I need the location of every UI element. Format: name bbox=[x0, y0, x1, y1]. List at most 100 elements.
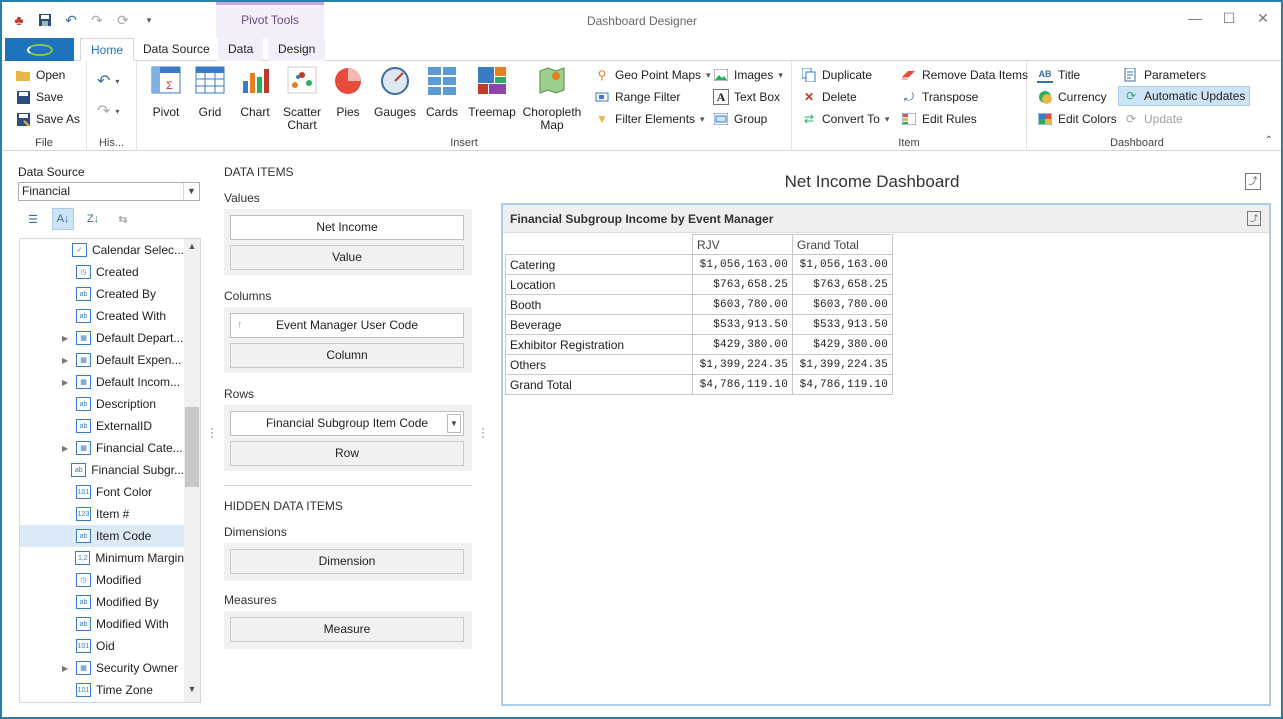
pivot-row-header[interactable]: Location bbox=[505, 274, 693, 295]
expand-arrow-icon[interactable]: ▶ bbox=[62, 444, 74, 453]
parameters-button[interactable]: Parameters bbox=[1123, 65, 1206, 85]
tab-design[interactable]: Design bbox=[268, 38, 326, 61]
text-box-button[interactable]: A Text Box bbox=[713, 87, 780, 107]
field-item[interactable]: 101 Oid bbox=[20, 635, 184, 657]
images-button[interactable]: Images bbox=[713, 65, 783, 85]
data-source-select[interactable]: Financial ▼ bbox=[18, 182, 200, 201]
field-item[interactable]: 1,2 Minimum Margin bbox=[20, 547, 184, 569]
refresh-icon[interactable]: ⟳ bbox=[112, 10, 134, 30]
expand-arrow-icon[interactable]: ▶ bbox=[62, 334, 74, 343]
expand-arrow-icon[interactable]: ▶ bbox=[62, 356, 74, 365]
customize-qat-icon[interactable]: ▾ bbox=[138, 10, 160, 30]
pivot-item[interactable]: Financial Subgroup Income by Event Manag… bbox=[501, 203, 1271, 706]
collapse-ribbon-icon[interactable]: ⌃ bbox=[1265, 135, 1273, 146]
group-by-type-icon[interactable]: ☰ bbox=[22, 208, 44, 230]
redo-icon[interactable]: ↷ bbox=[86, 10, 108, 30]
convert-to-button[interactable]: ⇄ Convert To bbox=[801, 109, 889, 129]
tab-data-source[interactable]: Data Source bbox=[133, 38, 220, 61]
scroll-up-icon[interactable]: ▲ bbox=[184, 241, 200, 257]
pivot-row-header[interactable]: Others bbox=[505, 354, 693, 375]
dashboard-title[interactable]: Net Income Dashboard bbox=[502, 172, 1242, 192]
pivot-table[interactable]: RJV Grand Total Catering $1,056,163.00 $1,… bbox=[505, 234, 893, 395]
rows-item-financial-subgroup[interactable]: Financial Subgroup Item Code ▼ bbox=[230, 411, 464, 436]
field-item[interactable]: ab ExternalID bbox=[20, 415, 184, 437]
field-list-scrollbar[interactable]: ▲ ▼ bbox=[184, 239, 200, 702]
pies-button[interactable]: Pies bbox=[325, 65, 371, 119]
minimize-icon[interactable]: — bbox=[1187, 10, 1203, 26]
measures-drop-zone[interactable]: Measure bbox=[230, 617, 464, 642]
columns-item-event-manager[interactable]: ↑ Event Manager User Code bbox=[230, 313, 464, 338]
field-item[interactable]: ab Created By bbox=[20, 283, 184, 305]
columns-drop-zone[interactable]: Column bbox=[230, 343, 464, 368]
field-item[interactable]: ab Description bbox=[20, 393, 184, 415]
values-drop-zone[interactable]: Value bbox=[230, 245, 464, 270]
chevron-down-icon[interactable]: ▼ bbox=[183, 183, 199, 200]
pivot-row-header[interactable]: Exhibitor Registration bbox=[505, 334, 693, 355]
range-filter-button[interactable]: Range Filter bbox=[594, 87, 680, 107]
scroll-thumb[interactable] bbox=[185, 407, 199, 487]
open-button[interactable]: Open bbox=[15, 65, 65, 85]
edit-rules-button[interactable]: Edit Rules bbox=[901, 109, 977, 129]
field-item[interactable]: ✓ Calendar Selec... bbox=[20, 239, 184, 261]
pivot-row-header[interactable]: Catering bbox=[505, 254, 693, 275]
pivot-value-cell[interactable]: $1,399,224.35 bbox=[692, 354, 793, 375]
field-item[interactable]: 123 Item # bbox=[20, 503, 184, 525]
pivot-value-cell[interactable]: $4,786,119.10 bbox=[692, 374, 793, 395]
field-item[interactable]: ▶ ▦ Default Incom... bbox=[20, 371, 184, 393]
filter-elements-button[interactable]: ▼ Filter Elements bbox=[594, 109, 705, 129]
pivot-value-cell[interactable]: $1,399,224.35 bbox=[792, 354, 893, 375]
title-button[interactable]: AB Title bbox=[1037, 65, 1080, 85]
pivot-button[interactable]: Σ Pivot bbox=[143, 65, 189, 119]
file-tab[interactable] bbox=[5, 38, 74, 61]
field-item[interactable]: ab Modified With bbox=[20, 613, 184, 635]
duplicate-button[interactable]: Duplicate bbox=[801, 65, 872, 85]
maximize-icon[interactable]: ☐ bbox=[1221, 10, 1237, 26]
chevron-down-icon[interactable]: ▼ bbox=[447, 414, 461, 433]
treemap-button[interactable]: Treemap bbox=[467, 65, 517, 119]
export-item-icon[interactable]: ⤴ bbox=[1247, 211, 1261, 226]
app-icon[interactable]: ♣ bbox=[8, 10, 30, 30]
gauges-button[interactable]: Gauges bbox=[372, 65, 418, 119]
field-item[interactable]: ab Item Code bbox=[20, 525, 184, 547]
cards-button[interactable]: Cards bbox=[419, 65, 465, 119]
remove-data-items-button[interactable]: Remove Data Items bbox=[901, 65, 1028, 85]
field-item[interactable]: 101 Time Zone bbox=[20, 679, 184, 701]
field-item[interactable]: ▶ ▦ Default Depart... bbox=[20, 327, 184, 349]
export-dashboard-icon[interactable]: ⤴ bbox=[1245, 173, 1261, 190]
field-item[interactable]: ab Financial Subgr... bbox=[20, 459, 184, 481]
pivot-column-header[interactable]: Grand Total bbox=[792, 234, 893, 255]
field-item[interactable]: ▶ ▦ Default Expen... bbox=[20, 349, 184, 371]
save-icon[interactable] bbox=[34, 10, 56, 30]
pivot-value-cell[interactable]: $603,780.00 bbox=[792, 294, 893, 315]
field-item[interactable]: ab Modified By bbox=[20, 591, 184, 613]
automatic-updates-toggle[interactable]: ⟳ Automatic Updates bbox=[1118, 86, 1251, 106]
redo-button[interactable]: ↷ ▾ bbox=[97, 101, 119, 121]
rows-drop-zone[interactable]: Row bbox=[230, 441, 464, 466]
pivot-value-cell[interactable]: $1,056,163.00 bbox=[792, 254, 893, 275]
transpose-button[interactable]: ⤾ Transpose bbox=[901, 87, 978, 107]
tab-home[interactable]: Home bbox=[80, 38, 135, 61]
right-splitter-grip[interactable]: · · · bbox=[481, 422, 485, 442]
undo-button[interactable]: ↶ ▾ bbox=[97, 71, 119, 91]
save-as-button[interactable]: Save As bbox=[15, 109, 80, 129]
delete-button[interactable]: ✕ Delete bbox=[801, 87, 857, 107]
left-splitter-grip[interactable]: · · · bbox=[210, 422, 214, 442]
field-item[interactable]: ▶ ▦ Security Owner bbox=[20, 657, 184, 679]
group-button[interactable]: Group bbox=[713, 109, 767, 129]
edit-colors-button[interactable]: Edit Colors bbox=[1037, 109, 1117, 129]
pivot-value-cell[interactable]: $533,913.50 bbox=[692, 314, 793, 335]
field-item[interactable]: ◷ Modified bbox=[20, 569, 184, 591]
chart-button[interactable]: Chart bbox=[232, 65, 278, 119]
field-item[interactable]: ▶ ▦ Financial Cate... bbox=[20, 437, 184, 459]
sort-ascending-icon[interactable]: A↓ bbox=[52, 208, 74, 230]
field-item[interactable]: 101 Font Color bbox=[20, 481, 184, 503]
pivot-value-cell[interactable]: $1,056,163.00 bbox=[692, 254, 793, 275]
field-list[interactable]: ✓ Calendar Selec... ◷ Created ab Created By ab… bbox=[19, 238, 201, 703]
refresh-fields-icon[interactable]: ⇆ bbox=[112, 208, 134, 230]
values-item-net-income[interactable]: Net Income bbox=[230, 215, 464, 240]
pivot-value-cell[interactable]: $763,658.25 bbox=[792, 274, 893, 295]
pivot-column-header[interactable]: RJV bbox=[692, 234, 793, 255]
pivot-value-cell[interactable]: $603,780.00 bbox=[692, 294, 793, 315]
field-item[interactable]: ◷ Created bbox=[20, 261, 184, 283]
tab-data[interactable]: Data bbox=[218, 38, 264, 61]
